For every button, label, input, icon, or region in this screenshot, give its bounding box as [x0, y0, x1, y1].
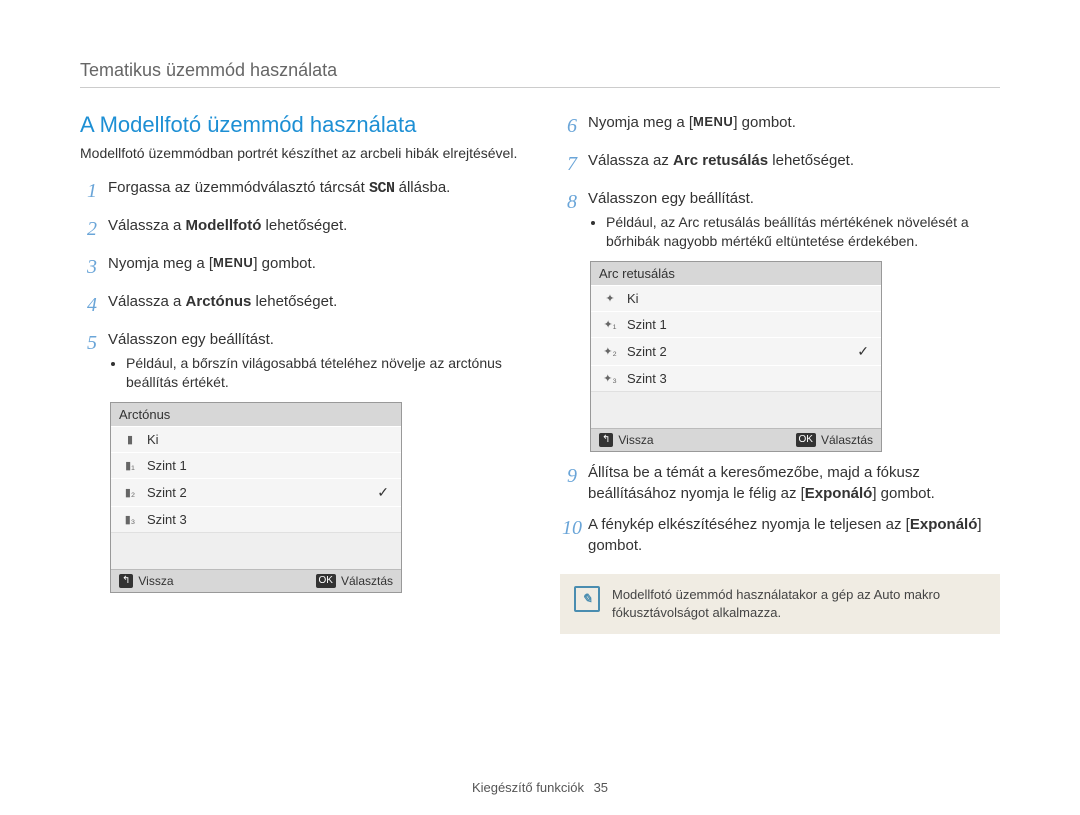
step-4: 4 Válassza a Arctónus lehetőséget. [80, 291, 520, 319]
step-6: 6 Nyomja meg a [MENU] gombot. [560, 112, 1000, 140]
check-icon: ✓ [377, 484, 393, 501]
step-9: 9 Állítsa be a témát a keresőmezőbe, maj… [560, 462, 1000, 504]
step-1: 1 Forgassa az üzemmódválasztó tárcsát SC… [80, 177, 520, 205]
two-column-layout: A Modellfotó üzemmód használata Modellfo… [80, 112, 1000, 634]
arctonus-row-1: ▮₁ Szint 1 [111, 452, 401, 478]
back-key-icon: ↰ [599, 433, 613, 447]
intro-text: Modellfotó üzemmódban portrét készíthet … [80, 144, 520, 163]
face-icon: ▮₁ [119, 459, 141, 472]
arc-retusalas-menu: Arc retusálás ✦ Ki ✦₁ Szint 1 ✦₂ Szint 2… [590, 261, 882, 452]
ok-key-icon: OK [796, 433, 816, 447]
right-column: 6 Nyomja meg a [MENU] gombot. 7 Válassza… [560, 112, 1000, 634]
retouch-icon: ✦ [599, 292, 621, 305]
note-icon: ✎ [574, 586, 600, 612]
retouch-icon: ✦₂ [599, 345, 621, 358]
breadcrumb: Tematikus üzemmód használata [80, 60, 1000, 88]
retusalas-row-1: ✦₁ Szint 1 [591, 311, 881, 337]
step-5: 5 Válasszon egy beállítást. Például, a b… [80, 329, 520, 392]
arctonus-row-3: ▮₃ Szint 3 [111, 506, 401, 532]
arc-retusalas-menu-title: Arc retusálás [591, 262, 881, 285]
face-icon: ▮₃ [119, 513, 141, 526]
retusalas-footer: ↰ Vissza OK Választás [591, 428, 881, 451]
arctonus-footer: ↰ Vissza OK Választás [111, 569, 401, 592]
retusalas-row-2: ✦₂ Szint 2 ✓ [591, 337, 881, 365]
face-icon: ▮ [119, 433, 141, 446]
retusalas-row-3: ✦₃ Szint 3 [591, 365, 881, 391]
step-7: 7 Válassza az Arc retusálás lehetőséget. [560, 150, 1000, 178]
page-footer: Kiegészítő funkciók 35 [0, 780, 1080, 795]
footer-page: 35 [594, 780, 608, 795]
arctonus-row-off: ▮ Ki [111, 426, 401, 452]
step-3: 3 Nyomja meg a [MENU] gombot. [80, 253, 520, 281]
footer-section: Kiegészítő funkciók [472, 780, 584, 795]
back-key-icon: ↰ [119, 574, 133, 588]
retouch-icon: ✦₃ [599, 372, 621, 385]
check-icon: ✓ [857, 343, 873, 360]
steps-left: 1 Forgassa az üzemmódválasztó tárcsát SC… [80, 177, 520, 392]
steps-right: 6 Nyomja meg a [MENU] gombot. 7 Válassza… [560, 112, 1000, 251]
note-text: Modellfotó üzemmód használatakor a gép a… [612, 586, 986, 622]
note-box: ✎ Modellfotó üzemmód használatakor a gép… [560, 574, 1000, 634]
step-8: 8 Válasszon egy beállítást. Például, az … [560, 188, 1000, 251]
arctonus-menu: Arctónus ▮ Ki ▮₁ Szint 1 ▮₂ Szint 2 ✓ ▮₃… [110, 402, 402, 593]
retusalas-row-off: ✦ Ki [591, 285, 881, 311]
arctonus-menu-title: Arctónus [111, 403, 401, 426]
arctonus-row-2: ▮₂ Szint 2 ✓ [111, 478, 401, 506]
select-hint: OK Választás [796, 433, 873, 447]
ok-key-icon: OK [316, 574, 336, 588]
back-hint: ↰ Vissza [119, 574, 316, 588]
step-8-bullet: Például, az Arc retusálás beállítás mért… [606, 213, 1000, 251]
section-title: A Modellfotó üzemmód használata [80, 112, 520, 138]
select-hint: OK Választás [316, 574, 393, 588]
retouch-icon: ✦₁ [599, 318, 621, 331]
step-2: 2 Válassza a Modellfotó lehetőséget. [80, 215, 520, 243]
steps-right-2: 9 Állítsa be a témát a keresőmezőbe, maj… [560, 462, 1000, 556]
step-10: 10 A fénykép elkészítéséhez nyomja le te… [560, 514, 1000, 556]
manual-page: Tematikus üzemmód használata A Modellfot… [0, 0, 1080, 815]
left-column: A Modellfotó üzemmód használata Modellfo… [80, 112, 520, 634]
step-5-bullet: Például, a bőrszín világosabbá tételéhez… [126, 354, 520, 392]
back-hint: ↰ Vissza [599, 433, 796, 447]
face-icon: ▮₂ [119, 486, 141, 499]
